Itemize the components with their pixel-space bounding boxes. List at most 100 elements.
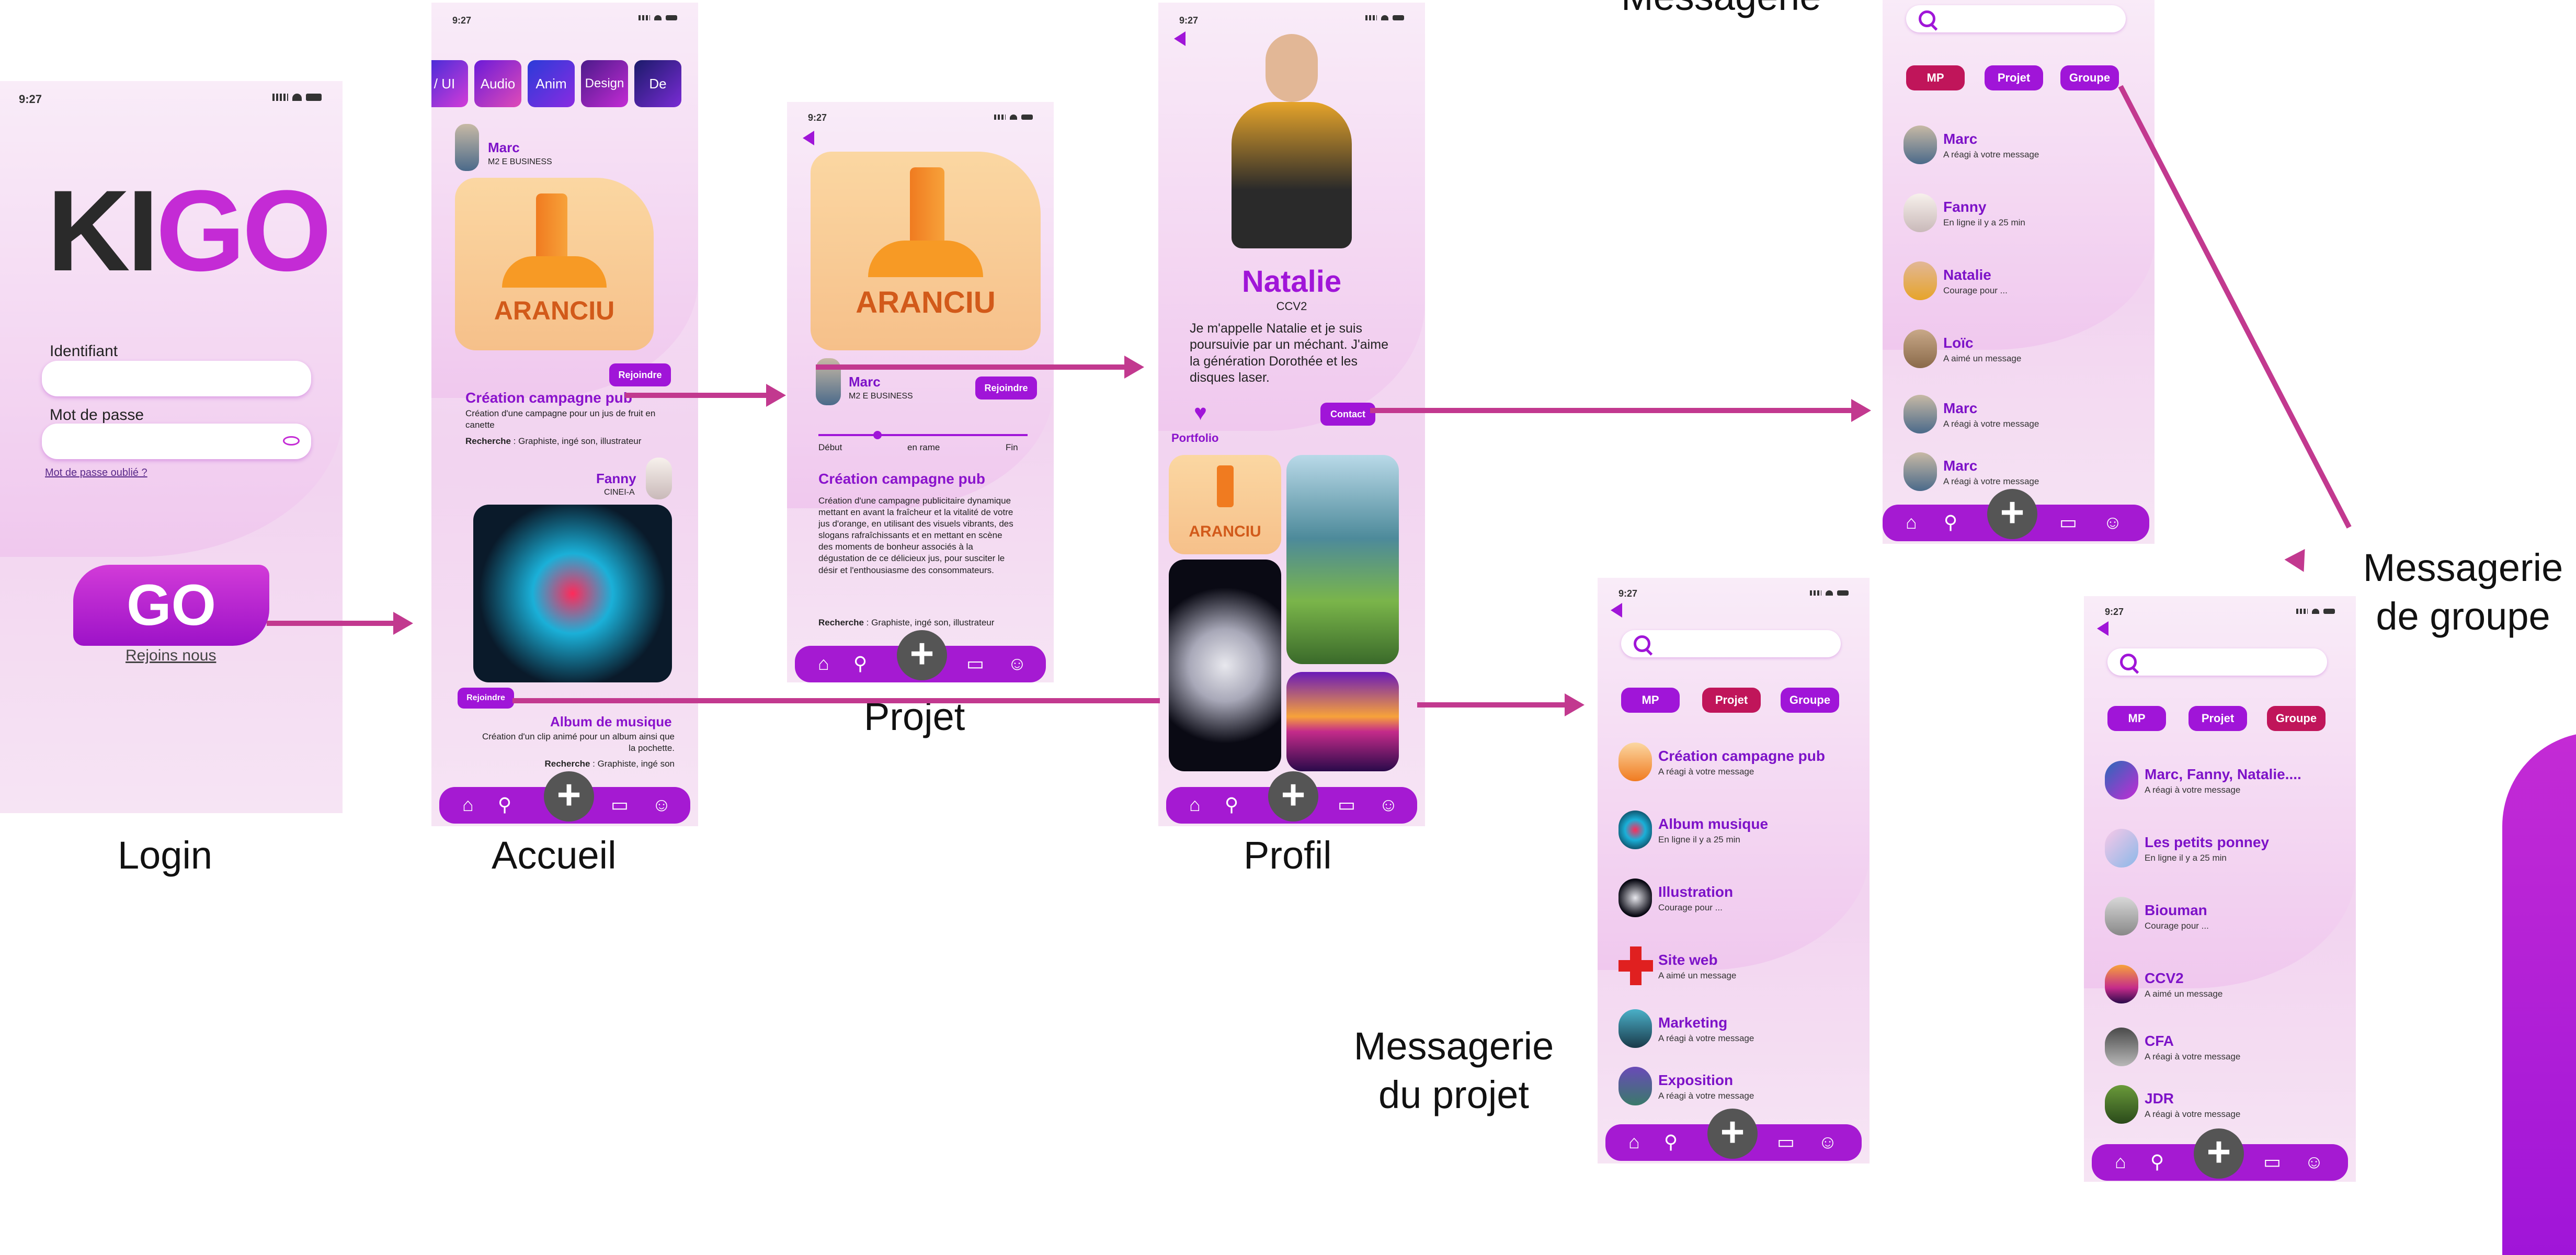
search-icon[interactable]: ⚲ xyxy=(1940,512,1961,533)
chat-icon[interactable]: ▭ xyxy=(2262,1151,2283,1172)
home-icon[interactable]: ⌂ xyxy=(458,794,478,815)
home-icon[interactable]: ⌂ xyxy=(1184,794,1205,815)
identifiant-input[interactable] xyxy=(42,361,311,396)
home-icon[interactable]: ⌂ xyxy=(2110,1151,2131,1172)
profile-icon[interactable]: ☺ xyxy=(2304,1151,2324,1172)
post-avatar-fanny[interactable] xyxy=(646,458,672,499)
list-item[interactable]: JDR A réagi à votre message xyxy=(2105,1085,2345,1127)
chat-icon[interactable]: ▭ xyxy=(609,794,630,815)
category-design[interactable]: Design xyxy=(581,60,628,107)
category-ui[interactable]: / UI xyxy=(431,60,468,107)
search-icon[interactable]: ⚲ xyxy=(2147,1151,2168,1172)
add-button[interactable]: + xyxy=(1987,489,2037,539)
post-image-aranciu[interactable]: ARANCIU xyxy=(455,178,654,350)
list-item[interactable]: Exposition A réagi à votre message xyxy=(1618,1067,1859,1109)
avatar xyxy=(2105,965,2138,1003)
portfolio-item-astronaut[interactable] xyxy=(1169,560,1281,771)
search-icon[interactable]: ⚲ xyxy=(1660,1132,1681,1153)
list-item[interactable]: Site web A aimé un message xyxy=(1618,946,1859,988)
tab-mp[interactable]: MP xyxy=(1621,688,1680,713)
tab-mp[interactable]: MP xyxy=(2107,706,2166,731)
list-item[interactable]: Marc A réagi à votre message xyxy=(1903,126,2144,167)
join-link[interactable]: Rejoins nous xyxy=(126,647,216,665)
back-button[interactable] xyxy=(803,131,814,145)
portfolio-item-landscape[interactable] xyxy=(1286,455,1399,664)
heart-icon[interactable]: ♥ xyxy=(1194,400,1207,425)
list-item[interactable]: CCV2 A aimé un message xyxy=(2105,965,2345,1007)
wifi-icon xyxy=(1826,590,1833,596)
add-button[interactable]: + xyxy=(1268,771,1318,822)
list-item[interactable]: Illustration Courage pour ... xyxy=(1618,878,1859,920)
post-image-mandala[interactable] xyxy=(473,505,672,682)
contact-button[interactable]: Contact xyxy=(1320,403,1375,426)
search-input[interactable] xyxy=(2107,648,2327,676)
author-name[interactable]: Marc xyxy=(849,374,881,390)
search-icon[interactable]: ⚲ xyxy=(494,794,515,815)
add-button[interactable]: + xyxy=(544,771,594,822)
portfolio-item-aranciu[interactable]: ARANCIU xyxy=(1169,455,1281,554)
profile-icon[interactable]: ☺ xyxy=(1378,794,1399,815)
tab-groupe[interactable]: Groupe xyxy=(1781,688,1839,713)
eye-icon[interactable] xyxy=(283,436,300,446)
chat-icon[interactable]: ▭ xyxy=(1336,794,1357,815)
home-icon[interactable]: ⌂ xyxy=(813,653,834,674)
tab-groupe[interactable]: Groupe xyxy=(2060,65,2119,90)
list-item[interactable]: Marc, Fanny, Natalie.... A réagi à votre … xyxy=(2105,761,2345,803)
logo-ki: KI xyxy=(47,166,159,295)
list-item[interactable]: Les petits ponney En ligne il y a 25 min xyxy=(2105,829,2345,871)
timeline-dot xyxy=(873,431,882,439)
tab-groupe[interactable]: Groupe xyxy=(2267,706,2326,731)
list-item[interactable]: Natalie Courage pour ... xyxy=(1903,261,2144,303)
search-input[interactable] xyxy=(1621,630,1841,657)
profile-icon[interactable]: ☺ xyxy=(1817,1132,1838,1153)
post-author[interactable]: Marc xyxy=(488,140,520,156)
chat-icon[interactable]: ▭ xyxy=(2058,512,2079,533)
go-button[interactable]: GO xyxy=(73,565,269,646)
home-icon[interactable]: ⌂ xyxy=(1901,512,1922,533)
add-button[interactable]: + xyxy=(2194,1128,2244,1179)
join-button[interactable]: Rejoindre xyxy=(458,688,514,709)
home-icon[interactable]: ⌂ xyxy=(1624,1132,1645,1153)
forgot-password-link[interactable]: Mot de passe oublié ? xyxy=(45,467,147,479)
list-item[interactable]: CFA A réagi à votre message xyxy=(2105,1028,2345,1069)
list-item[interactable]: Biouman Courage pour ... xyxy=(2105,897,2345,939)
tab-projet[interactable]: Projet xyxy=(2189,706,2247,731)
list-item[interactable]: Album musique En ligne il y a 25 min xyxy=(1618,811,1859,852)
post-title[interactable]: Création campagne pub xyxy=(465,390,632,406)
list-item[interactable]: Marc A réagi à votre message xyxy=(1903,452,2144,494)
chat-icon[interactable]: ▭ xyxy=(1775,1132,1796,1153)
search-icon[interactable]: ⚲ xyxy=(850,653,871,674)
add-button[interactable]: + xyxy=(897,630,947,680)
profile-icon[interactable]: ☺ xyxy=(2102,512,2123,533)
category-dev[interactable]: De xyxy=(634,60,681,107)
profile-icon[interactable]: ☺ xyxy=(651,794,672,815)
post-author[interactable]: Fanny xyxy=(596,471,636,487)
tab-projet[interactable]: Projet xyxy=(1985,65,2043,90)
list-item[interactable]: Marketing A réagi à votre message xyxy=(1618,1009,1859,1051)
search-input[interactable] xyxy=(1906,5,2126,32)
arrow-head xyxy=(393,612,413,635)
back-button[interactable] xyxy=(1174,31,1186,46)
chat-icon[interactable]: ▭ xyxy=(965,653,986,674)
back-button[interactable] xyxy=(2097,621,2108,636)
back-button[interactable] xyxy=(1611,603,1622,618)
background-wave xyxy=(0,81,343,557)
join-button[interactable]: Rejoindre xyxy=(609,363,671,386)
caption-messagerie: Messagerie xyxy=(1621,0,1821,21)
list-item[interactable]: Fanny En ligne il y a 25 min xyxy=(1903,193,2144,235)
search-icon[interactable]: ⚲ xyxy=(1221,794,1242,815)
add-button[interactable]: + xyxy=(1707,1109,1758,1159)
category-anim[interactable]: Anim xyxy=(528,60,575,107)
post-title[interactable]: Album de musique xyxy=(550,714,672,730)
portfolio-item-sunset[interactable] xyxy=(1286,672,1399,771)
list-item[interactable]: Loïc A aimé un message xyxy=(1903,329,2144,371)
tab-projet[interactable]: Projet xyxy=(1702,688,1761,713)
profile-icon[interactable]: ☺ xyxy=(1007,653,1028,674)
tab-mp[interactable]: MP xyxy=(1906,65,1965,90)
list-item[interactable]: Marc A réagi à votre message xyxy=(1903,395,2144,437)
password-input[interactable] xyxy=(42,424,311,459)
join-button[interactable]: Rejoindre xyxy=(975,376,1037,400)
category-audio[interactable]: Audio xyxy=(474,60,521,107)
post-avatar-marc[interactable] xyxy=(455,124,479,171)
list-item[interactable]: Création campagne pub A réagi à votre mes… xyxy=(1618,743,1859,784)
